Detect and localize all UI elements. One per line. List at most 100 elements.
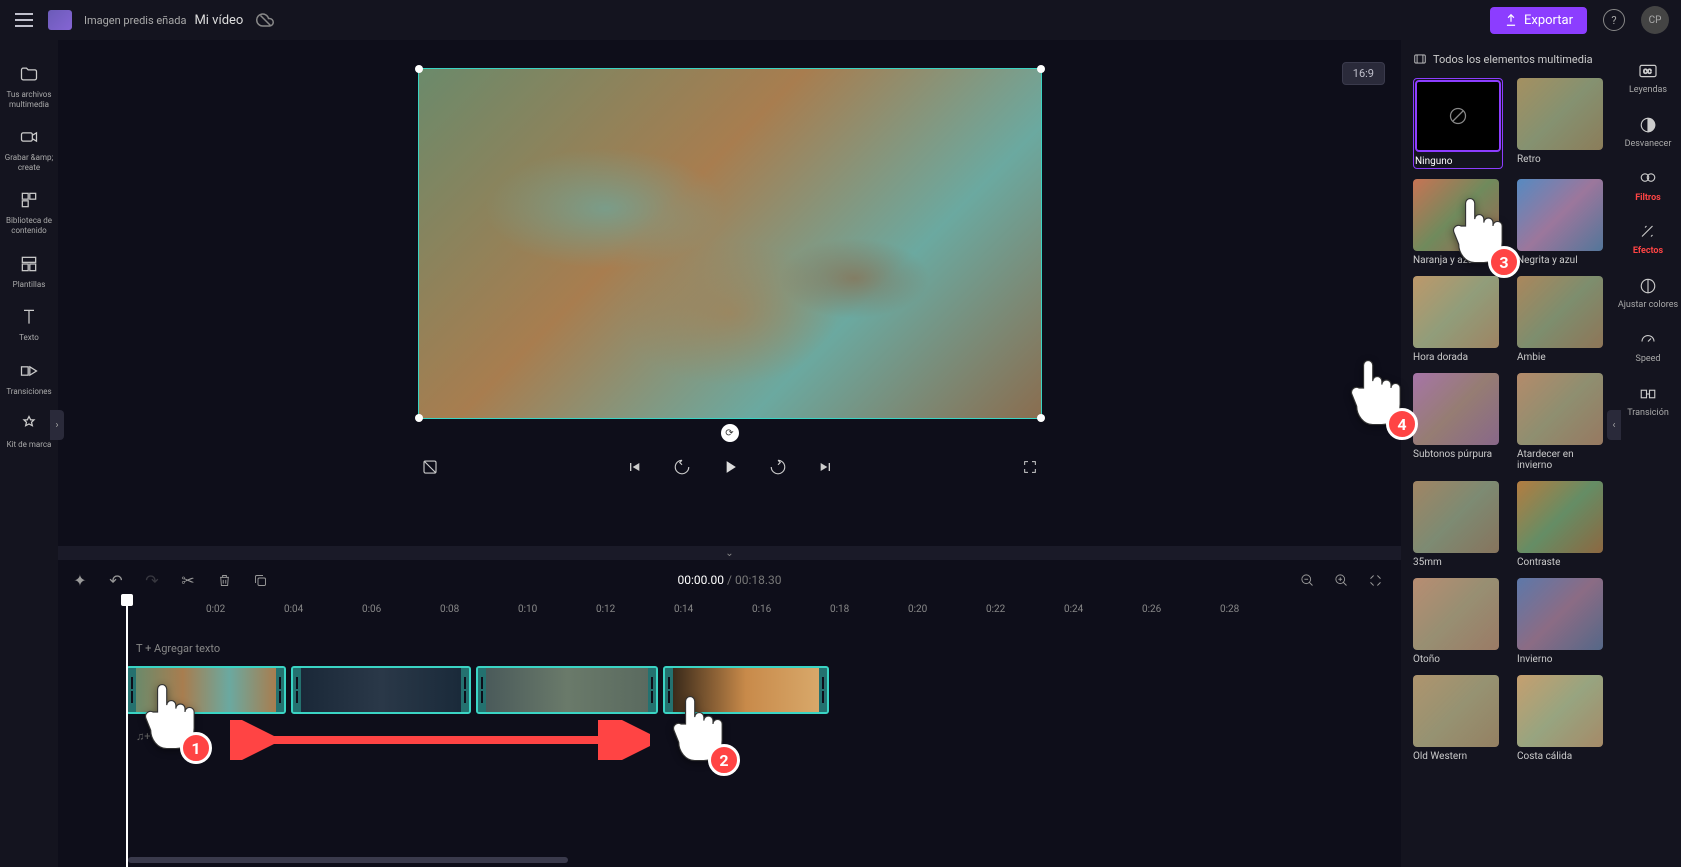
clip-grip-left[interactable]: [478, 668, 486, 712]
sidebar-item-text[interactable]: Texto: [0, 299, 58, 349]
rotate-handle-icon[interactable]: ⟳: [721, 424, 739, 442]
zoom-in-button[interactable]: [1331, 570, 1351, 590]
adjust-icon: [1637, 275, 1659, 297]
tab-effects[interactable]: Efectos: [1615, 215, 1681, 263]
skip-forward-button[interactable]: [814, 455, 838, 479]
fit-zoom-button[interactable]: [1365, 570, 1385, 590]
text-track[interactable]: T + Agregar texto: [126, 636, 1401, 660]
skip-back-button[interactable]: [622, 455, 646, 479]
effects-icon: [1637, 221, 1659, 243]
fullscreen-icon[interactable]: [1018, 455, 1042, 479]
filter-label: Atardecer en invierno: [1517, 449, 1603, 471]
filter-label: 35mm: [1413, 557, 1503, 568]
crop-icon[interactable]: [418, 455, 442, 479]
split-button[interactable]: ✂: [178, 570, 198, 590]
tab-fade[interactable]: Desvanecer: [1615, 108, 1681, 156]
sync-status-icon: [255, 10, 275, 30]
delete-button[interactable]: [214, 570, 234, 590]
filter-item-otoño[interactable]: Otoño: [1413, 578, 1503, 665]
menu-hamburger[interactable]: [12, 8, 36, 32]
clip-grip-right[interactable]: [276, 668, 284, 712]
filter-item-35mm[interactable]: 35mm: [1413, 481, 1503, 568]
ruler-tick: 0:22: [986, 604, 1005, 615]
sidebar-item-templates[interactable]: Plantillas: [0, 246, 58, 296]
sidebar-item-media[interactable]: Tus archivos multimedia: [0, 56, 58, 115]
ruler-tick: 0:08: [440, 604, 459, 615]
rewind-button[interactable]: [670, 455, 694, 479]
library-icon: [17, 188, 41, 212]
video-title[interactable]: Mi vídeo: [194, 13, 243, 28]
filter-label: Negrita y azul: [1517, 255, 1603, 266]
user-avatar[interactable]: CP: [1641, 6, 1669, 34]
undo-button[interactable]: ↶: [106, 570, 126, 590]
transition-icon: [1637, 383, 1659, 405]
filter-item-subtonos-púrpura[interactable]: Subtonos púrpura: [1413, 373, 1503, 471]
sidebar-item-library[interactable]: Biblioteca de contenido: [0, 182, 58, 241]
timeline-ruler[interactable]: 0:020:040:060:080:100:120:140:160:180:20…: [126, 600, 1401, 626]
magic-tool-icon[interactable]: ✦: [70, 570, 90, 590]
filter-item-ninguno[interactable]: Ninguno: [1413, 78, 1503, 169]
clip-grip-left[interactable]: [128, 668, 136, 712]
ruler-tick: 0:02: [206, 604, 225, 615]
speed-icon: [1637, 329, 1659, 351]
filter-item-hora-dorada[interactable]: Hora dorada: [1413, 276, 1503, 363]
tab-transition[interactable]: Transición: [1615, 377, 1681, 425]
tab-adjust-colors[interactable]: Ajustar colores: [1615, 269, 1681, 317]
ruler-tick: 0:24: [1064, 604, 1083, 615]
sidebar-item-record[interactable]: Grabar &amp; create: [0, 119, 58, 178]
filter-item-atardecer-en-invierno[interactable]: Atardecer en invierno: [1517, 373, 1603, 471]
tab-filters[interactable]: Filtros: [1615, 162, 1681, 210]
filter-item-costa-cálida[interactable]: Costa cálida: [1517, 675, 1603, 762]
collapse-preview-button[interactable]: ⌄: [58, 546, 1401, 560]
filter-item-old-western[interactable]: Old Western: [1413, 675, 1503, 762]
filters-panel: Todos los elementos multimedia NingunoRe…: [1401, 40, 1615, 867]
video-preview[interactable]: ⟳: [418, 68, 1042, 419]
ruler-tick: 0:12: [596, 604, 615, 615]
project-title: Imagen predis eñada Mi vídeo: [84, 13, 243, 28]
help-icon[interactable]: ?: [1603, 9, 1625, 31]
preview-area: 16:9 ⟳: [58, 40, 1401, 546]
filters-icon: [1637, 168, 1659, 190]
filter-label: Ninguno: [1415, 156, 1501, 167]
clip-track: [126, 666, 1401, 714]
app-logo-icon: [48, 10, 72, 30]
timeline-scrollbar[interactable]: [128, 857, 568, 863]
export-button[interactable]: Exportar: [1490, 7, 1587, 34]
ruler-tick: 0:14: [674, 604, 693, 615]
sidebar-item-transitions[interactable]: Transiciones: [0, 353, 58, 403]
filter-item-negrita-y-azul[interactable]: Negrita y azul: [1517, 179, 1603, 266]
ruler-tick: 0:26: [1142, 604, 1161, 615]
timeline-clip[interactable]: [291, 666, 471, 714]
right-expand-icon[interactable]: ‹: [1607, 410, 1621, 440]
forward-button[interactable]: [766, 455, 790, 479]
left-sidebar: Tus archivos multimedia Grabar &amp; cre…: [0, 40, 58, 867]
filter-item-contraste[interactable]: Contraste: [1517, 481, 1603, 568]
clip-grip-left[interactable]: [665, 668, 673, 712]
ruler-tick: 0:04: [284, 604, 303, 615]
timeline-clip[interactable]: [663, 666, 829, 714]
annotation-arrow: [230, 720, 650, 760]
filter-item-naranja-y-azulado[interactable]: Naranja y azulado: [1413, 179, 1503, 266]
zoom-out-button[interactable]: [1297, 570, 1317, 590]
filter-label: Hora dorada: [1413, 352, 1503, 363]
filter-item-invierno[interactable]: Invierno: [1517, 578, 1603, 665]
aspect-ratio-button[interactable]: 16:9: [1342, 62, 1385, 85]
clip-grip-right[interactable]: [461, 668, 469, 712]
tab-captions[interactable]: CC Leyendas: [1615, 54, 1681, 102]
clip-grip-left[interactable]: [293, 668, 301, 712]
duplicate-button[interactable]: [250, 570, 270, 590]
timeline-clip[interactable]: [476, 666, 658, 714]
chevron-down-icon: ⌄: [725, 548, 733, 559]
ruler-tick: 0:10: [518, 604, 537, 615]
templates-icon: [17, 252, 41, 276]
playhead[interactable]: [126, 600, 128, 867]
timeline-clip[interactable]: [126, 666, 286, 714]
redo-button[interactable]: ↷: [142, 570, 162, 590]
cc-icon: CC: [1637, 60, 1659, 82]
tab-speed[interactable]: Speed: [1615, 323, 1681, 371]
filter-item-retro[interactable]: Retro: [1517, 78, 1603, 169]
clip-grip-right[interactable]: [819, 668, 827, 712]
filter-item-ambie[interactable]: Ambie: [1517, 276, 1603, 363]
clip-grip-right[interactable]: [648, 668, 656, 712]
play-button[interactable]: [718, 455, 742, 479]
